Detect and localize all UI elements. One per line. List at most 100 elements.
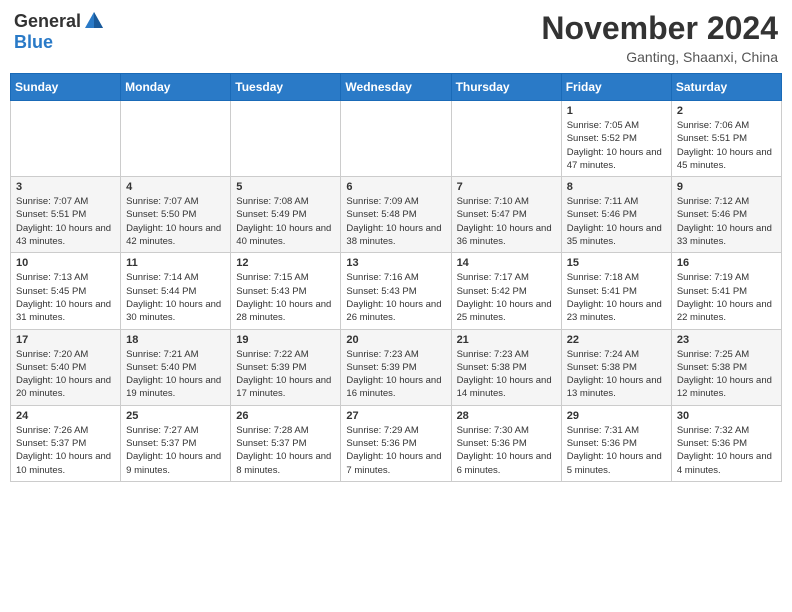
- day-number: 11: [126, 257, 225, 269]
- day-info: Sunrise: 7:32 AM Sunset: 5:36 PM Dayligh…: [677, 424, 776, 477]
- day-info: Sunrise: 7:05 AM Sunset: 5:52 PM Dayligh…: [567, 119, 666, 172]
- calendar-day-cell: [121, 101, 231, 177]
- day-info: Sunrise: 7:27 AM Sunset: 5:37 PM Dayligh…: [126, 424, 225, 477]
- calendar-day-cell: 3 Sunrise: 7:07 AM Sunset: 5:51 PM Daylig…: [11, 177, 121, 253]
- calendar-day-cell: 22Sunrise: 7:24 AM Sunset: 5:38 PM Dayli…: [561, 329, 671, 405]
- logo-general-text: General: [14, 11, 81, 32]
- day-info: Sunrise: 7:16 AM Sunset: 5:43 PM Dayligh…: [346, 271, 445, 324]
- day-number: 2: [677, 105, 776, 117]
- day-number: 3: [16, 181, 115, 193]
- day-info: Sunrise: 7:20 AM Sunset: 5:40 PM Dayligh…: [16, 348, 115, 401]
- day-number: 25: [126, 410, 225, 422]
- day-of-week-header: Sunday: [11, 74, 121, 101]
- calendar-day-cell: 24Sunrise: 7:26 AM Sunset: 5:37 PM Dayli…: [11, 405, 121, 481]
- calendar-day-cell: 27 Sunrise: 7:29 AM Sunset: 5:36 PM Dayli…: [341, 405, 451, 481]
- day-number: 28: [457, 410, 556, 422]
- day-info: Sunrise: 7:15 AM Sunset: 5:43 PM Dayligh…: [236, 271, 335, 324]
- page-header: General Blue November 2024 Ganting, Shaa…: [10, 10, 782, 65]
- day-info: Sunrise: 7:08 AM Sunset: 5:49 PM Dayligh…: [236, 195, 335, 248]
- calendar-day-cell: 28 Sunrise: 7:30 AM Sunset: 5:36 PM Dayli…: [451, 405, 561, 481]
- day-info: Sunrise: 7:28 AM Sunset: 5:37 PM Dayligh…: [236, 424, 335, 477]
- title-block: November 2024 Ganting, Shaanxi, China: [541, 10, 778, 65]
- day-info: Sunrise: 7:19 AM Sunset: 5:41 PM Dayligh…: [677, 271, 776, 324]
- day-number: 24: [16, 410, 115, 422]
- day-number: 21: [457, 334, 556, 346]
- calendar-day-cell: [451, 101, 561, 177]
- day-number: 20: [346, 334, 445, 346]
- day-info: Sunrise: 7:07 AM Sunset: 5:51 PM Dayligh…: [16, 195, 115, 248]
- calendar-day-cell: 9 Sunrise: 7:12 AM Sunset: 5:46 PM Daylig…: [671, 177, 781, 253]
- day-number: 9: [677, 181, 776, 193]
- day-number: 15: [567, 257, 666, 269]
- day-number: 26: [236, 410, 335, 422]
- calendar-day-cell: 20 Sunrise: 7:23 AM Sunset: 5:39 PM Dayli…: [341, 329, 451, 405]
- calendar-day-cell: 5 Sunrise: 7:08 AM Sunset: 5:49 PM Daylig…: [231, 177, 341, 253]
- calendar-day-cell: 16 Sunrise: 7:19 AM Sunset: 5:41 PM Dayli…: [671, 253, 781, 329]
- day-number: 16: [677, 257, 776, 269]
- calendar-day-cell: 25 Sunrise: 7:27 AM Sunset: 5:37 PM Dayli…: [121, 405, 231, 481]
- calendar-day-cell: 15 Sunrise: 7:18 AM Sunset: 5:41 PM Dayli…: [561, 253, 671, 329]
- calendar-header-row: SundayMondayTuesdayWednesdayThursdayFrid…: [11, 74, 782, 101]
- day-number: 8: [567, 181, 666, 193]
- calendar-day-cell: 2 Sunrise: 7:06 AM Sunset: 5:51 PM Daylig…: [671, 101, 781, 177]
- month-title: November 2024: [541, 10, 778, 47]
- day-of-week-header: Wednesday: [341, 74, 451, 101]
- day-number: 30: [677, 410, 776, 422]
- calendar-week-row: 1Sunrise: 7:05 AM Sunset: 5:52 PM Daylig…: [11, 101, 782, 177]
- calendar-week-row: 10 Sunrise: 7:13 AM Sunset: 5:45 PM Dayli…: [11, 253, 782, 329]
- calendar-day-cell: 14 Sunrise: 7:17 AM Sunset: 5:42 PM Dayli…: [451, 253, 561, 329]
- day-info: Sunrise: 7:17 AM Sunset: 5:42 PM Dayligh…: [457, 271, 556, 324]
- logo-blue-text: Blue: [14, 32, 53, 53]
- day-number: 29: [567, 410, 666, 422]
- day-info: Sunrise: 7:11 AM Sunset: 5:46 PM Dayligh…: [567, 195, 666, 248]
- day-number: 14: [457, 257, 556, 269]
- calendar-day-cell: 19 Sunrise: 7:22 AM Sunset: 5:39 PM Dayli…: [231, 329, 341, 405]
- calendar-day-cell: 21 Sunrise: 7:23 AM Sunset: 5:38 PM Dayli…: [451, 329, 561, 405]
- location-text: Ganting, Shaanxi, China: [541, 49, 778, 65]
- day-info: Sunrise: 7:29 AM Sunset: 5:36 PM Dayligh…: [346, 424, 445, 477]
- day-info: Sunrise: 7:06 AM Sunset: 5:51 PM Dayligh…: [677, 119, 776, 172]
- calendar-day-cell: [231, 101, 341, 177]
- logo: General Blue: [14, 10, 105, 53]
- day-info: Sunrise: 7:09 AM Sunset: 5:48 PM Dayligh…: [346, 195, 445, 248]
- day-number: 27: [346, 410, 445, 422]
- day-info: Sunrise: 7:14 AM Sunset: 5:44 PM Dayligh…: [126, 271, 225, 324]
- day-info: Sunrise: 7:13 AM Sunset: 5:45 PM Dayligh…: [16, 271, 115, 324]
- day-number: 12: [236, 257, 335, 269]
- day-info: Sunrise: 7:31 AM Sunset: 5:36 PM Dayligh…: [567, 424, 666, 477]
- day-info: Sunrise: 7:23 AM Sunset: 5:39 PM Dayligh…: [346, 348, 445, 401]
- calendar-day-cell: 7 Sunrise: 7:10 AM Sunset: 5:47 PM Daylig…: [451, 177, 561, 253]
- day-info: Sunrise: 7:12 AM Sunset: 5:46 PM Dayligh…: [677, 195, 776, 248]
- calendar-week-row: 3 Sunrise: 7:07 AM Sunset: 5:51 PM Daylig…: [11, 177, 782, 253]
- day-number: 5: [236, 181, 335, 193]
- day-info: Sunrise: 7:30 AM Sunset: 5:36 PM Dayligh…: [457, 424, 556, 477]
- calendar-day-cell: 12 Sunrise: 7:15 AM Sunset: 5:43 PM Dayli…: [231, 253, 341, 329]
- day-info: Sunrise: 7:21 AM Sunset: 5:40 PM Dayligh…: [126, 348, 225, 401]
- day-number: 7: [457, 181, 556, 193]
- day-info: Sunrise: 7:23 AM Sunset: 5:38 PM Dayligh…: [457, 348, 556, 401]
- day-of-week-header: Saturday: [671, 74, 781, 101]
- calendar-table: SundayMondayTuesdayWednesdayThursdayFrid…: [10, 73, 782, 482]
- day-info: Sunrise: 7:10 AM Sunset: 5:47 PM Dayligh…: [457, 195, 556, 248]
- day-number: 22: [567, 334, 666, 346]
- day-of-week-header: Friday: [561, 74, 671, 101]
- calendar-day-cell: 4 Sunrise: 7:07 AM Sunset: 5:50 PM Daylig…: [121, 177, 231, 253]
- calendar-week-row: 24Sunrise: 7:26 AM Sunset: 5:37 PM Dayli…: [11, 405, 782, 481]
- calendar-day-cell: 17Sunrise: 7:20 AM Sunset: 5:40 PM Dayli…: [11, 329, 121, 405]
- day-number: 4: [126, 181, 225, 193]
- day-info: Sunrise: 7:07 AM Sunset: 5:50 PM Dayligh…: [126, 195, 225, 248]
- calendar-day-cell: 23Sunrise: 7:25 AM Sunset: 5:38 PM Dayli…: [671, 329, 781, 405]
- calendar-day-cell: [11, 101, 121, 177]
- day-info: Sunrise: 7:25 AM Sunset: 5:38 PM Dayligh…: [677, 348, 776, 401]
- day-number: 19: [236, 334, 335, 346]
- calendar-day-cell: [341, 101, 451, 177]
- calendar-week-row: 17Sunrise: 7:20 AM Sunset: 5:40 PM Dayli…: [11, 329, 782, 405]
- day-number: 18: [126, 334, 225, 346]
- day-info: Sunrise: 7:22 AM Sunset: 5:39 PM Dayligh…: [236, 348, 335, 401]
- day-number: 10: [16, 257, 115, 269]
- day-of-week-header: Tuesday: [231, 74, 341, 101]
- day-of-week-header: Thursday: [451, 74, 561, 101]
- calendar-day-cell: 10 Sunrise: 7:13 AM Sunset: 5:45 PM Dayli…: [11, 253, 121, 329]
- day-info: Sunrise: 7:18 AM Sunset: 5:41 PM Dayligh…: [567, 271, 666, 324]
- logo-icon: [83, 10, 105, 32]
